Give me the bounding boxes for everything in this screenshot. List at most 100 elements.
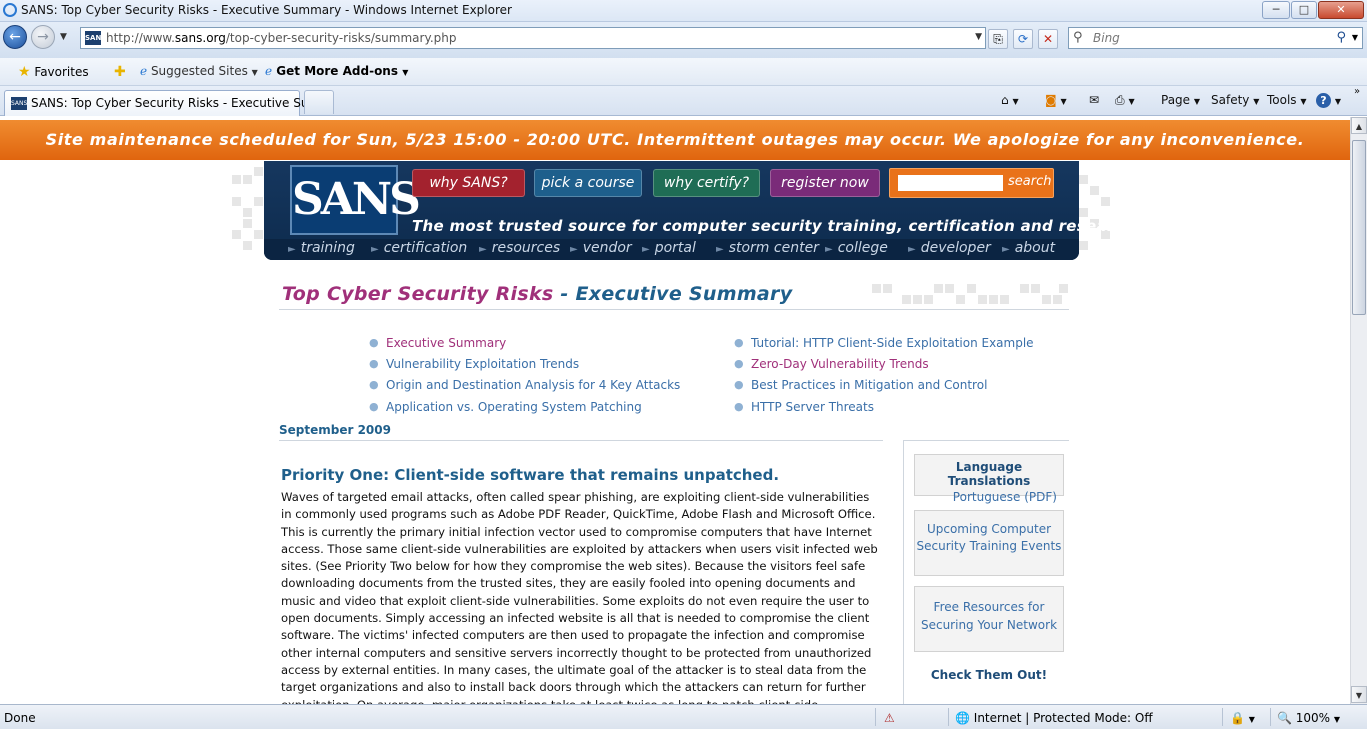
toc-link-label: Zero-Day Vulnerability Trends — [751, 357, 929, 371]
back-button[interactable]: ← — [3, 25, 27, 49]
safety-menu-button[interactable]: Safety ▼ — [1211, 93, 1259, 107]
site-search-input[interactable] — [898, 175, 1003, 191]
nav-storm-center[interactable]: ► storm center — [716, 240, 819, 256]
sans-logo[interactable]: SANS — [290, 165, 421, 235]
nav-arrow-icon: ► — [642, 244, 650, 255]
get-more-addons-button[interactable]: ℯ Get More Add-ons ▼ — [265, 64, 408, 78]
page-menu-button[interactable]: Page ▼ — [1161, 93, 1200, 107]
chevron-down-icon: ▼ — [251, 68, 258, 77]
read-mail-button[interactable]: ✉ — [1089, 93, 1099, 107]
nav-about[interactable]: ► about — [1002, 240, 1055, 256]
column-divider — [903, 440, 904, 704]
url-prefix: http://www. — [106, 31, 175, 45]
maximize-button[interactable]: □ — [1291, 1, 1317, 19]
search-dropdown-icon[interactable]: ▼ — [1352, 33, 1358, 42]
tools-menu-button[interactable]: Tools ▼ — [1267, 93, 1307, 107]
toc-link[interactable]: ● HTTP Server Threats — [734, 400, 874, 414]
privacy-report-icon[interactable]: ⚠ — [884, 711, 895, 725]
rss-feed-icon: ◙ — [1045, 93, 1057, 107]
article-body: Waves of targeted email attacks, often c… — [281, 490, 878, 704]
language-translations-heading: Language Translations — [947, 460, 1031, 488]
section-heading: Priority One: Client-side software that … — [281, 466, 780, 484]
nav-vendor[interactable]: ► vendor — [570, 240, 632, 256]
toc-link-label: Vulnerability Exploitation Trends — [386, 357, 580, 371]
scroll-down-arrow-icon[interactable]: ▼ — [1351, 686, 1367, 703]
compatibility-view-icon[interactable]: ⎘ — [988, 29, 1008, 49]
toc-link[interactable]: ● Tutorial: HTTP Client-Side Exploitation… — [734, 336, 1034, 350]
minimize-button[interactable]: ─ — [1262, 1, 1290, 19]
suggested-sites-label: Suggested Sites — [150, 64, 248, 78]
page-title-separator: - — [553, 283, 576, 305]
nav-resources[interactable]: ► resources — [479, 240, 560, 256]
why-sans-button[interactable]: why SANS? — [412, 169, 525, 197]
print-button[interactable]: ⎙ ▼ — [1115, 93, 1135, 108]
help-menu-button[interactable]: ? ▼ — [1316, 93, 1341, 108]
page-scrollbar[interactable]: ▲ ▼ — [1350, 117, 1367, 704]
feeds-button[interactable]: ◙ ▼ — [1045, 93, 1067, 107]
recent-pages-dropdown[interactable]: ▼ — [60, 32, 67, 42]
toc-link[interactable]: ● Zero-Day Vulnerability Trends — [734, 357, 929, 371]
toc-link[interactable]: ● Origin and Destination Analysis for 4 K… — [369, 378, 680, 392]
home-button[interactable]: ⌂ ▼ — [1001, 93, 1019, 107]
new-tab-button[interactable] — [304, 90, 334, 114]
nav-arrow-icon: ► — [371, 244, 379, 255]
site-favicon-icon: SANS — [85, 31, 106, 45]
nav-label: storm center — [728, 240, 819, 256]
page-title: Top Cyber Security Risks - Executive Sum… — [282, 283, 792, 305]
tab-active[interactable]: SANS SANS: Top Cyber Security Risks - Ex… — [4, 90, 332, 116]
help-icon: ? — [1316, 93, 1331, 108]
portuguese-pdf-link[interactable]: Portuguese (PDF) — [915, 490, 1063, 504]
pick-a-course-button[interactable]: pick a course — [534, 169, 642, 197]
protected-mode-icon[interactable]: 🔒 ▼ — [1230, 711, 1255, 725]
url-dropdown-icon[interactable]: ▼ — [975, 32, 982, 42]
add-to-favorites-button[interactable]: ✚ — [114, 64, 126, 80]
zoom-level: 100% — [1295, 711, 1331, 725]
url-field[interactable]: SANS http://www.sans.org/top-cyber-secur… — [80, 27, 986, 49]
scroll-up-arrow-icon[interactable]: ▲ — [1351, 117, 1367, 134]
training-events-line2: Security Training Events — [916, 539, 1062, 553]
nav-arrow-icon: ► — [908, 244, 916, 255]
bullet: ● — [369, 357, 379, 370]
nav-arrow-icon: ► — [1002, 244, 1010, 255]
nav-college[interactable]: ► college — [825, 240, 888, 256]
register-now-button[interactable]: register now — [770, 169, 880, 197]
free-resources-box[interactable]: Free Resources for Securing Your Network — [914, 586, 1064, 652]
zoom-control[interactable]: 🔍 100% ▼ — [1277, 711, 1340, 725]
chevron-down-icon: ▼ — [1248, 715, 1255, 724]
addons-icon: ℯ — [265, 64, 273, 78]
forward-arrow-icon: → — [37, 29, 49, 45]
status-separator — [875, 708, 876, 726]
check-them-out-link[interactable]: Check Them Out! — [914, 668, 1064, 682]
toc-link[interactable]: ● Application vs. Operating System Patchi… — [369, 400, 642, 414]
search-field[interactable]: ⚲ Bing ⚲ ▼ — [1068, 27, 1363, 49]
toc-link[interactable]: ● Executive Summary — [369, 336, 506, 350]
scrollbar-thumb[interactable] — [1352, 140, 1366, 315]
nav-portal[interactable]: ► portal — [642, 240, 696, 256]
nav-certification[interactable]: ► certification — [371, 240, 467, 256]
forward-button[interactable]: → — [31, 25, 55, 49]
nav-developer[interactable]: ► developer — [908, 240, 991, 256]
why-certify-button[interactable]: why certify? — [653, 169, 760, 197]
favorites-button[interactable]: ★ Favorites — [18, 64, 89, 80]
stop-icon[interactable]: ✕ — [1038, 29, 1058, 49]
suggested-sites-button[interactable]: ℯ Suggested Sites ▼ — [140, 64, 258, 78]
toc-link[interactable]: ● Vulnerability Exploitation Trends — [369, 357, 580, 371]
search-go-icon[interactable]: ⚲ — [1336, 30, 1346, 45]
refresh-icon[interactable]: ⟳ — [1013, 29, 1033, 49]
site-search-button[interactable]: search — [1008, 174, 1051, 189]
toc-link[interactable]: ● Best Practices in Mitigation and Contro… — [734, 378, 987, 392]
search-icon: ⚲ — [1073, 30, 1083, 45]
bullet: ● — [734, 336, 744, 349]
chevron-down-icon: ▼ — [1128, 97, 1135, 106]
training-events-box[interactable]: Upcoming Computer Security Training Even… — [914, 510, 1064, 576]
nav-training[interactable]: ► training — [288, 240, 355, 256]
publish-date: September 2009 — [279, 423, 391, 437]
chevron-down-icon: ▼ — [1012, 97, 1019, 106]
page-title-part2: Executive Summary — [575, 283, 793, 305]
get-more-addons-label: Get More Add-ons — [276, 64, 398, 78]
nav-label: resources — [491, 240, 561, 256]
close-button[interactable]: ✕ — [1318, 1, 1364, 19]
security-zone[interactable]: 🌐 Internet | Protected Mode: Off — [955, 711, 1153, 725]
more-commands-chevron-icon[interactable]: » — [1354, 86, 1360, 97]
chevron-down-icon: ▼ — [1193, 97, 1201, 106]
